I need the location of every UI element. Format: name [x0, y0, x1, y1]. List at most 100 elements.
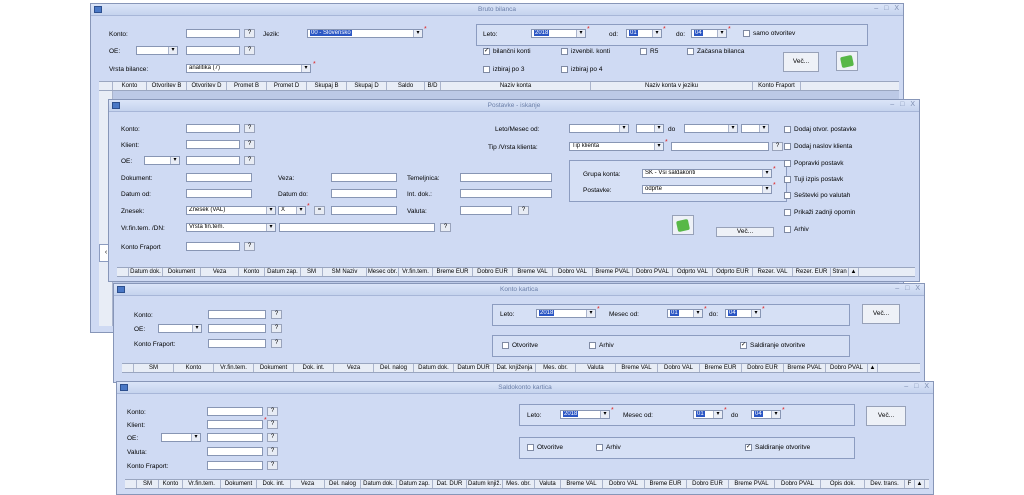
vec-button[interactable]: Več... — [862, 304, 900, 324]
column-header[interactable]: Dev. trans. — [865, 480, 905, 488]
minimize-icon[interactable]: – — [895, 285, 899, 292]
samo-otvoritev-checkbox[interactable]: samo otvoritev — [743, 30, 795, 37]
oe-input[interactable] — [186, 156, 240, 165]
column-header[interactable]: Dobro EUR — [687, 480, 729, 488]
column-header[interactable]: F — [905, 480, 915, 488]
tip-lookup-button[interactable]: ? — [772, 142, 783, 151]
dodaj-naslov-checkbox[interactable]: Dodaj naslov klienta — [784, 143, 852, 150]
mesec-od-select[interactable]: 01 — [693, 410, 723, 419]
column-header[interactable]: Rezer. EUR — [793, 268, 831, 276]
column-header[interactable]: Mes. obr. — [503, 480, 535, 488]
column-header[interactable]: Konto — [113, 82, 147, 90]
column-header[interactable]: SM Naziv — [323, 268, 367, 276]
column-header[interactable]: Breme PVAL — [593, 268, 633, 276]
oe-lookup-button[interactable]: ? — [271, 324, 282, 333]
leto-do-select[interactable] — [684, 124, 738, 133]
int-dok-input[interactable] — [460, 189, 552, 198]
vrfin-lookup-button[interactable]: ? — [440, 223, 451, 232]
do-select[interactable]: 04 — [691, 29, 727, 38]
scroll-up-icon[interactable]: ▲ — [915, 480, 925, 488]
tuji-izpis-checkbox[interactable]: Tuji izpis postavk — [784, 176, 843, 183]
kartica-titlebar[interactable]: Konto kartica – □ X — [114, 284, 924, 296]
saldokonto-titlebar[interactable]: Saldokonto kartica – □ X — [117, 382, 933, 394]
column-header[interactable]: Skupaj D — [347, 82, 387, 90]
column-header[interactable]: Stran — [831, 268, 849, 276]
maximize-icon[interactable]: □ — [905, 285, 909, 292]
column-header[interactable]: Naziv konta — [441, 82, 591, 90]
column-header[interactable]: Breme VAL — [561, 480, 603, 488]
sestevki-checkbox[interactable]: Seštevki po valutah — [784, 192, 850, 199]
izbiraj-po-4-checkbox[interactable]: izbiraj po 4 — [561, 66, 602, 73]
datum-od-input[interactable] — [186, 189, 252, 198]
column-header[interactable]: Datum dok. — [129, 268, 163, 276]
column-header[interactable]: Veza — [291, 480, 325, 488]
run-button[interactable] — [836, 51, 858, 71]
column-header[interactable]: Breme EUR — [433, 268, 473, 276]
column-header[interactable]: Dokument — [163, 268, 201, 276]
column-header[interactable]: Dokument — [221, 480, 257, 488]
column-header[interactable]: Datum zap. — [397, 480, 433, 488]
konto-lookup-button[interactable]: ? — [267, 407, 278, 416]
konto-lookup-button[interactable]: ? — [244, 29, 255, 38]
column-header[interactable]: Datum knjiž. — [467, 480, 503, 488]
konto-input[interactable] — [186, 29, 240, 38]
leto-select[interactable]: 2018 — [536, 309, 596, 318]
column-header[interactable]: B/D — [425, 82, 441, 90]
column-header[interactable]: Mesec obr. — [367, 268, 399, 276]
konto-fraport-lookup-button[interactable]: ? — [271, 339, 282, 348]
column-header[interactable]: Dat. DUR — [433, 480, 467, 488]
column-header[interactable]: Dobro VAL — [553, 268, 593, 276]
konto-fraport-lookup-button[interactable]: ? — [267, 461, 278, 470]
jezik-select[interactable]: 00 - Slovensko — [307, 29, 423, 38]
column-header[interactable]: Valuta — [576, 364, 616, 372]
column-header[interactable]: Skupaj B — [307, 82, 347, 90]
datum-do-input[interactable] — [331, 189, 397, 198]
prikazi-opomin-checkbox[interactable]: Prikaži zadnji opomin — [784, 209, 855, 216]
column-header[interactable]: Konto Fraport — [753, 82, 801, 90]
scroll-up-icon[interactable]: ▲ — [868, 364, 878, 372]
dokument-input[interactable] — [186, 173, 252, 182]
arhiv-checkbox[interactable]: Arhiv — [596, 444, 621, 451]
close-icon[interactable]: X — [894, 5, 899, 12]
konto-input[interactable] — [207, 407, 263, 416]
column-header[interactable]: Otvoritev B — [147, 82, 187, 90]
close-icon[interactable]: X — [924, 383, 929, 390]
znesek-select[interactable]: Znesek (VAL) — [186, 206, 276, 215]
leto-od-select[interactable] — [569, 124, 629, 133]
veza-input[interactable] — [331, 173, 397, 182]
oe-lookup-button[interactable]: ? — [244, 156, 255, 165]
column-header[interactable]: Datum dok. — [414, 364, 454, 372]
column-header[interactable]: Saldo — [387, 82, 425, 90]
minimize-icon[interactable]: – — [890, 101, 894, 108]
klient-input[interactable] — [207, 420, 263, 429]
zacasna-bilanca-checkbox[interactable]: Začasna bilanca — [687, 48, 744, 55]
tip-klienta-select[interactable]: Tip klienta — [569, 142, 664, 151]
postavke-select[interactable]: odprte — [642, 185, 772, 194]
search-run-button[interactable] — [672, 215, 694, 235]
konto-lookup-button[interactable]: ? — [244, 124, 255, 133]
oe-select[interactable] — [158, 324, 202, 333]
saldiranje-checkbox[interactable]: ✓ Saldiranje otvoritve — [745, 444, 810, 451]
column-header[interactable]: Vr.fin.tem. — [183, 480, 221, 488]
klient-lookup-button[interactable]: ? — [244, 140, 255, 149]
column-header[interactable]: Dobro EUR — [742, 364, 784, 372]
scroll-up-icon[interactable]: ▲ — [849, 268, 859, 276]
oe-input[interactable] — [208, 324, 266, 333]
mesec-do-select[interactable]: 04 — [751, 410, 781, 419]
oe-select[interactable] — [144, 156, 180, 165]
column-header[interactable]: Promet B — [227, 82, 267, 90]
column-header[interactable]: Odprto VAL — [673, 268, 713, 276]
bilancni-konti-checkbox[interactable]: ✓ bilančni konti — [483, 48, 531, 55]
maximize-icon[interactable]: □ — [900, 101, 904, 108]
column-header[interactable]: Dobro PVAL — [775, 480, 821, 488]
vrfin-select[interactable]: Vrsta fin.tem. — [186, 223, 276, 232]
column-header[interactable]: Konto — [174, 364, 214, 372]
konto-input[interactable] — [208, 310, 266, 319]
od-select[interactable]: 01 — [626, 29, 662, 38]
postavke-titlebar[interactable]: Postavke - iskanje – □ X — [109, 100, 919, 112]
column-header[interactable]: Valuta — [535, 480, 561, 488]
r5-checkbox[interactable]: R5 — [640, 48, 658, 55]
mesec-od-select[interactable]: 01 — [667, 309, 703, 318]
column-header[interactable]: Vr.fin.tem. — [214, 364, 254, 372]
equals-button[interactable]: = — [314, 206, 325, 215]
